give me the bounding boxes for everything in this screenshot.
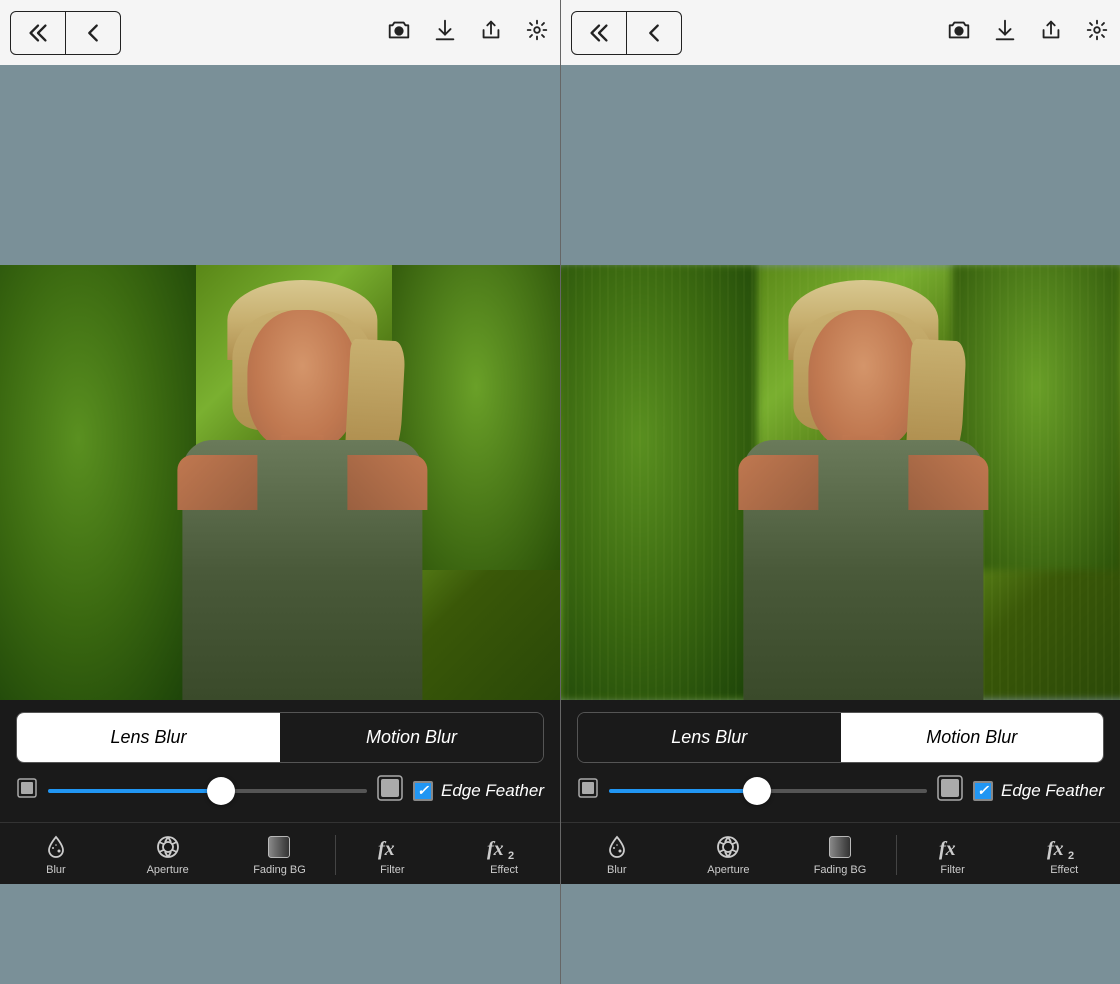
right-shoulder-right [908, 455, 988, 510]
left-aperture-icon [154, 833, 182, 861]
right-share-button[interactable] [1038, 17, 1064, 49]
left-photo-canvas [0, 265, 560, 700]
left-nav-fading-bg[interactable]: Fading BG [224, 829, 336, 880]
right-controls: Lens Blur Motion Blur [561, 700, 1120, 822]
right-download-button[interactable] [992, 17, 1018, 49]
left-blur-tabs: Lens Blur Motion Blur [16, 712, 544, 763]
left-back-buttons [10, 11, 121, 55]
right-nav-fading-bg[interactable]: Fading BG [784, 829, 896, 880]
left-edge-feather-checkbox[interactable]: ✓ [413, 781, 433, 801]
left-nav-effect[interactable]: fx 2 Effect [448, 829, 560, 880]
right-edge-feather-label: Edge Feather [1001, 781, 1104, 801]
right-toolbar-icons [946, 17, 1110, 49]
right-settings-button[interactable] [1084, 17, 1110, 49]
right-bottom-nav: Blur Aperture [561, 822, 1120, 884]
right-back-buttons [571, 11, 682, 55]
right-nav-blur-label: Blur [607, 864, 627, 876]
left-bottom-nav: Blur Aperture [0, 822, 560, 884]
right-blur-icon [603, 833, 631, 861]
right-checkbox-check: ✓ [977, 782, 989, 799]
right-person [723, 280, 1003, 700]
left-download-button[interactable] [432, 17, 458, 49]
left-fading-icon [265, 833, 293, 861]
left-slider-max-icon [377, 775, 403, 806]
right-gray-top [561, 65, 1120, 265]
left-nav-fading-label: Fading BG [253, 864, 306, 876]
left-back-double-button[interactable] [11, 12, 65, 54]
right-nav-aperture-label: Aperture [707, 864, 749, 876]
left-photo-area [0, 265, 560, 700]
right-back-single-button[interactable] [626, 12, 681, 54]
right-nav-effect-label: Effect [1050, 864, 1078, 876]
right-effect-icon: fx 2 [1046, 833, 1082, 861]
right-nav-filter-label: Filter [940, 864, 964, 876]
svg-text:fx: fx [939, 838, 956, 860]
svg-text:2: 2 [508, 850, 514, 861]
right-slider-thumb[interactable] [743, 777, 771, 805]
left-settings-button[interactable] [524, 17, 550, 49]
right-aperture-icon [714, 833, 742, 861]
right-nav-fading-label: Fading BG [814, 864, 867, 876]
right-edge-feather-checkbox[interactable]: ✓ [973, 781, 993, 801]
left-shoulder-right [347, 455, 427, 510]
right-fading-icon [826, 833, 854, 861]
left-nav-filter[interactable]: fx Filter [336, 829, 448, 880]
left-nav-blur-label: Blur [46, 864, 66, 876]
left-slider-min-icon [16, 777, 38, 804]
left-nav-aperture-label: Aperture [147, 864, 189, 876]
left-blur-icon [42, 833, 70, 861]
right-blur-tabs: Lens Blur Motion Blur [577, 712, 1104, 763]
svg-text:fx: fx [487, 838, 504, 860]
right-nav-aperture[interactable]: Aperture [673, 829, 785, 880]
left-nav-filter-label: Filter [380, 864, 404, 876]
left-back-single-button[interactable] [65, 12, 120, 54]
svg-text:fx: fx [378, 838, 395, 860]
left-slider-thumb[interactable] [207, 777, 235, 805]
right-camera-button[interactable] [946, 17, 972, 49]
right-nav-blur[interactable]: Blur [561, 829, 673, 880]
left-toolbar [0, 0, 560, 65]
left-person [162, 280, 442, 700]
right-motion-blur-tab[interactable]: Motion Blur [841, 713, 1104, 762]
right-toolbar [561, 0, 1120, 65]
left-effect-icon: fx 2 [486, 833, 522, 861]
left-camera-button[interactable] [386, 17, 412, 49]
right-slider-row: ✓ Edge Feather [577, 775, 1104, 806]
right-face [808, 310, 918, 450]
left-shoulder-left [177, 455, 257, 510]
right-shoulder-left [738, 455, 818, 510]
left-gray-top [0, 65, 560, 265]
right-photo-area [561, 265, 1120, 700]
left-nav-effect-label: Effect [490, 864, 518, 876]
right-panel: Lens Blur Motion Blur [560, 0, 1120, 984]
right-nav-effect[interactable]: fx 2 Effect [1008, 829, 1120, 880]
left-edge-feather-label: Edge Feather [441, 781, 544, 801]
left-motion-blur-tab[interactable]: Motion Blur [280, 713, 543, 762]
right-nav-filter[interactable]: fx Filter [897, 829, 1009, 880]
left-toolbar-icons [386, 17, 550, 49]
left-face [247, 310, 357, 450]
right-lens-blur-tab[interactable]: Lens Blur [578, 713, 841, 762]
left-panel: Lens Blur Motion Blur [0, 0, 560, 984]
right-slider-max-icon [937, 775, 963, 806]
left-nav-aperture[interactable]: Aperture [112, 829, 224, 880]
right-back-double-button[interactable] [572, 12, 626, 54]
right-photo-canvas [561, 265, 1120, 700]
left-controls: Lens Blur Motion Blur [0, 700, 560, 822]
svg-text:fx: fx [1047, 838, 1064, 860]
left-edge-feather: ✓ Edge Feather [413, 781, 544, 801]
right-edge-feather: ✓ Edge Feather [973, 781, 1104, 801]
right-slider-track[interactable] [609, 789, 927, 793]
right-slider-min-icon [577, 777, 599, 804]
left-checkbox-check: ✓ [417, 782, 429, 799]
left-nav-blur[interactable]: Blur [0, 829, 112, 880]
left-filter-icon: fx [376, 833, 408, 861]
svg-text:2: 2 [1068, 850, 1074, 861]
left-slider-track[interactable] [48, 789, 367, 793]
right-filter-icon: fx [937, 833, 969, 861]
left-slider-row: ✓ Edge Feather [16, 775, 544, 806]
left-lens-blur-tab[interactable]: Lens Blur [17, 713, 280, 762]
left-share-button[interactable] [478, 17, 504, 49]
